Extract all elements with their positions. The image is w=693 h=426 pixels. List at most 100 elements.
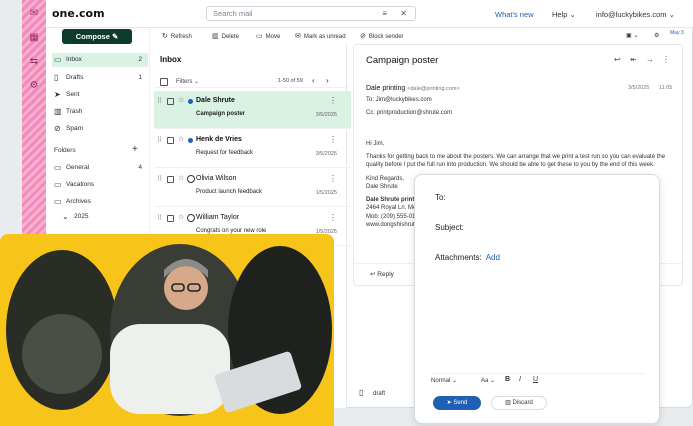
reply-icon[interactable]: ↩ [614,55,621,64]
folder-vacations[interactable]: ▭ Vacations [52,178,148,192]
more-icon[interactable]: ⋮ [329,96,337,105]
help-menu[interactable]: Help ⌄ [552,10,576,19]
mail-icon[interactable]: ✉ [28,8,40,20]
more-icon[interactable]: ⋮ [329,174,337,183]
star-icon[interactable]: ☆ [178,96,184,104]
add-folder-icon[interactable]: + [132,144,138,155]
move-button[interactable]: ▭ Move [256,32,280,40]
compose-dialog: To: Subject: Attachments: Add Normal ⌄ Aa… [414,174,660,424]
discard-button[interactable]: ▥ Discard [491,396,547,410]
reply-button[interactable]: ↩ Reply [370,270,394,278]
subject-label: Subject: [435,223,464,232]
drag-handle-icon[interactable]: ⠿ [157,214,162,222]
table-row[interactable]: ⠿ ☆ Dale Shrute Campaign poster 3/5/2025… [154,91,351,129]
star-icon[interactable]: ☆ [178,213,184,221]
search-placeholder: Search mail [213,9,253,18]
row-checkbox[interactable] [167,215,174,222]
italic-button[interactable]: I [519,376,521,383]
filters-dropdown[interactable]: Filters ⌄ [176,78,199,85]
block-sender-button[interactable]: ⊘ Block sender [360,32,404,40]
drag-handle-icon[interactable]: ⠿ [157,136,162,144]
refresh-icon: ↻ [162,33,168,40]
email-date: 3/5/2025 [628,85,650,91]
account-menu[interactable]: info@luckybikes.com ⌄ [596,10,675,19]
to-field[interactable]: To: [435,193,446,202]
date: 3/5/2025 [315,112,337,118]
row-checkbox[interactable] [167,98,174,105]
drag-handle-icon[interactable]: ⠿ [157,175,162,183]
table-row[interactable]: ⠿ ☆ Olivia Wilson Product launch feedbac… [154,169,351,207]
compose-button[interactable]: Compose ✎ [62,29,132,44]
chevron-down-icon: ⌄ [62,212,69,221]
settings-icon[interactable]: ⚙ [28,80,40,92]
spam-icon: ⊘ [54,124,61,133]
send-icon: ➤ [446,400,452,406]
settings-gear-icon[interactable]: ⚙ [654,32,659,39]
subject: Product launch feedback [196,189,263,195]
star-icon[interactable]: ☆ [178,174,184,182]
folders-heading: Folders [54,147,76,154]
star-icon[interactable]: ☆ [178,135,184,143]
chevron-left-icon[interactable]: ‹ [312,76,315,85]
trash-icon: ▥ [505,400,511,406]
subject: Request for feedback [196,150,254,156]
bold-button[interactable]: B [505,376,510,383]
sidebar-item-inbox[interactable]: ▭ Inbox 2 [52,53,148,67]
compose-label: Compose [75,32,110,41]
mark-unread-button[interactable]: ✉ Mark as unread [295,32,346,40]
layout-toggle-icon[interactable]: ▣ ⌄ [626,32,638,39]
reply-all-icon[interactable]: ↞ [630,55,637,64]
add-attachment-link[interactable]: Add [486,253,500,262]
drag-handle-icon[interactable]: ⠿ [157,97,162,105]
pagination-range: 1-50 of 59 [278,78,303,84]
underline-button[interactable]: U [533,376,538,383]
paragraph-style-select[interactable]: Normal ⌄ [431,377,457,384]
sidebar-item-sent[interactable]: ➤ Sent [52,88,148,102]
sidebar-item-spam[interactable]: ⊘ Spam [52,122,148,136]
chevron-down-icon: ⌄ [452,378,458,384]
more-icon[interactable]: ⋮ [662,55,670,64]
chevron-right-icon[interactable]: › [326,76,329,85]
sidebar-item-drafts[interactable]: ▯ Drafts 1 [52,71,148,85]
folder-icon: ▭ [54,163,62,172]
search-input[interactable]: Search mail ≡ ✕ [206,6,416,21]
calendar-icon[interactable]: ▦ [28,32,40,44]
sender-name: William Taylor [196,214,240,221]
subject-field[interactable]: Subject: [435,223,464,232]
more-icon[interactable]: ⋮ [329,213,337,222]
body-paragraph: Thanks for getting back to me about the … [366,153,666,169]
chevron-down-icon: ⌄ [668,10,675,19]
trash-icon: ▥ [54,107,62,116]
draft-count: 1 [138,74,142,81]
forward-icon[interactable]: → [646,55,654,64]
delete-button[interactable]: ▥ Delete [212,32,239,40]
sender-line: Dale printing <dale@printing.com> [366,85,460,92]
envelope-icon: ✉ [295,33,301,40]
filter-icon[interactable]: ≡ [382,7,387,20]
table-row[interactable]: ⠿ ☆ Henk de Vries Request for feedback 3… [154,130,351,168]
refresh-button[interactable]: ↻ Refresh [162,32,192,40]
select-all-checkbox[interactable] [160,78,168,86]
sidebar-item-label: Trash [66,108,83,115]
sidebar-item-trash[interactable]: ▥ Trash [52,105,148,119]
promo-photo [0,234,334,426]
email-subject: Campaign poster [366,55,439,66]
chevron-down-icon: ⌄ [194,79,200,85]
inbox-icon: ▭ [54,55,62,64]
format-toolbar: Normal ⌄ Aa ⌄ B I U [431,373,645,387]
folder-2025[interactable]: ⌄ 2025 [60,210,156,224]
contacts-icon[interactable]: ⇆ [28,56,40,68]
folder-archives[interactable]: ▭ Archives [52,195,148,209]
font-size-select[interactable]: Aa ⌄ [481,377,495,384]
send-button[interactable]: ➤ Send [433,396,481,410]
to-line: To: Jim@luckybikes.com [366,97,432,103]
whats-new-link[interactable]: What's new [495,10,534,19]
draft-icon: ▯ [359,388,364,397]
more-icon[interactable]: ⋮ [329,135,337,144]
folder-general[interactable]: ▭ General 4 [52,161,148,175]
row-checkbox[interactable] [167,137,174,144]
close-icon[interactable]: ✕ [400,7,407,20]
reply-label: Reply [377,271,394,278]
row-checkbox[interactable] [167,176,174,183]
folder-label: 2025 [74,213,89,220]
